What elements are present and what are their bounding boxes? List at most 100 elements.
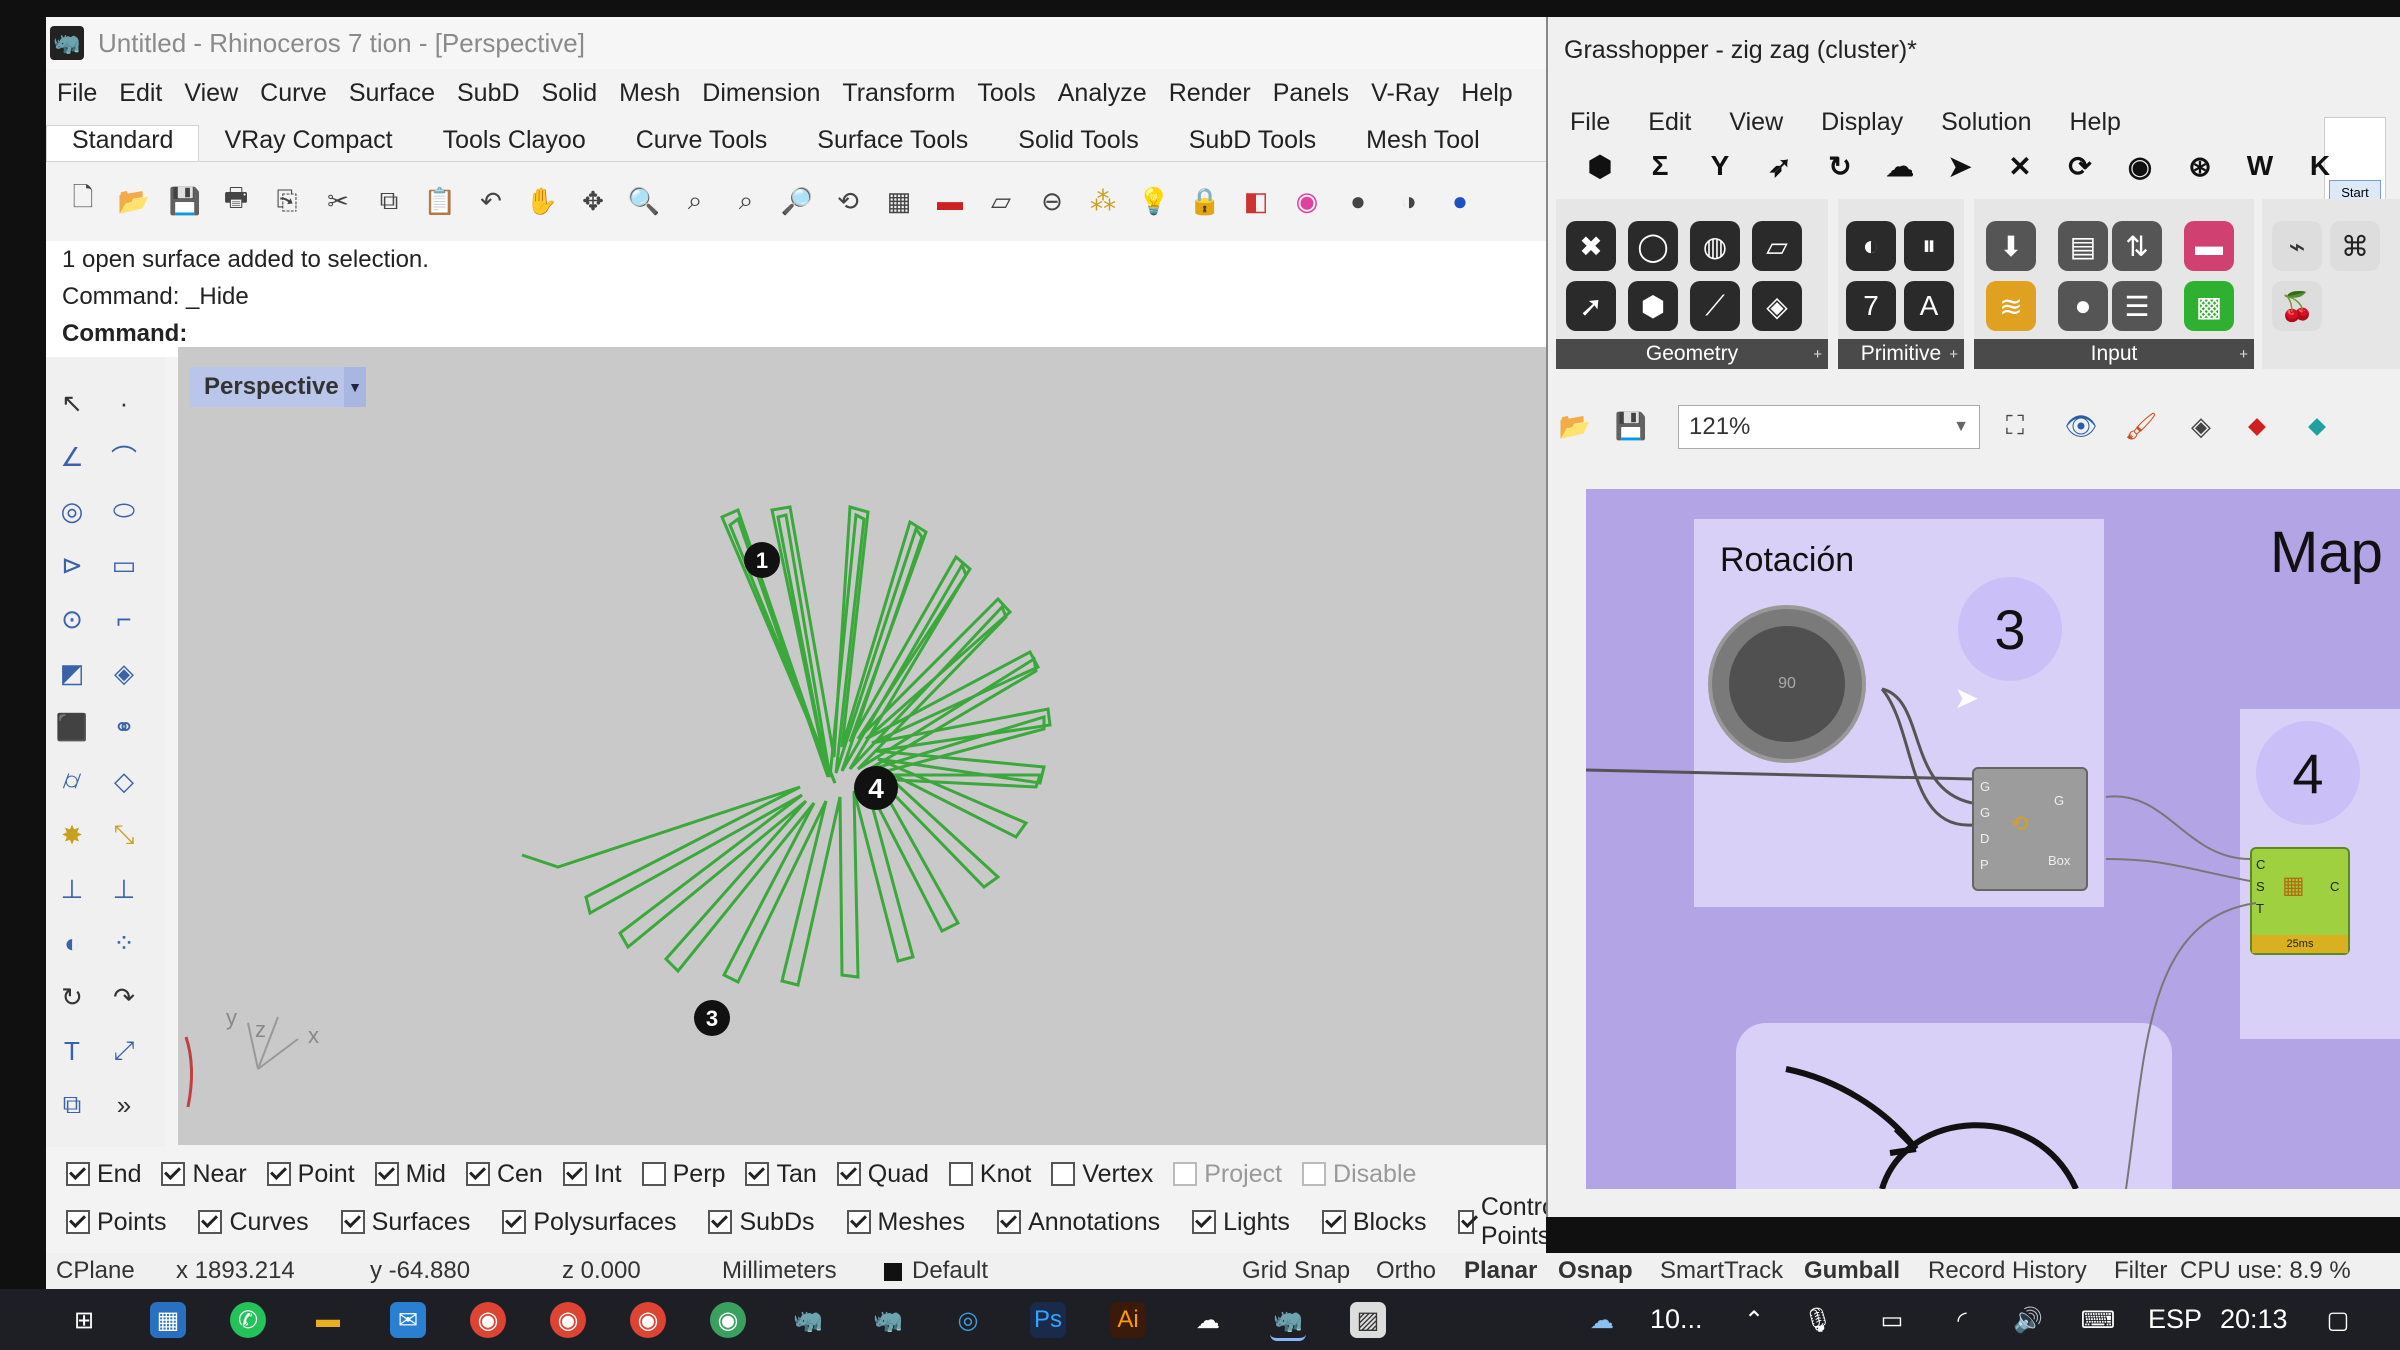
- status-smarttrack[interactable]: SmartTrack: [1660, 1257, 1783, 1285]
- arc-icon[interactable]: ⊙: [56, 603, 88, 635]
- lights-icon[interactable]: ✸: [56, 819, 88, 851]
- gh-tab-w-icon[interactable]: W: [2230, 150, 2290, 182]
- status-planar[interactable]: Planar: [1464, 1257, 1537, 1285]
- chevron-up-icon[interactable]: ⌃: [1736, 1302, 1772, 1338]
- pan-hand-icon[interactable]: ✋: [523, 182, 561, 220]
- gh-menu-solution[interactable]: Solution: [1941, 108, 2031, 137]
- gh-zoom-extents-icon[interactable]: ⛶: [1996, 407, 2034, 445]
- menu-analyze[interactable]: Analyze: [1047, 79, 1158, 108]
- checkbox[interactable]: [198, 1210, 223, 1234]
- osnap-cen[interactable]: Cen: [465, 1160, 543, 1189]
- osnap-tan[interactable]: Tan: [745, 1160, 817, 1189]
- scale-icon[interactable]: ⤢: [108, 1035, 140, 1067]
- menu-curve[interactable]: Curve: [249, 79, 338, 108]
- zoom-selected-icon[interactable]: 🔎: [778, 182, 816, 220]
- status-osnap[interactable]: Osnap: [1558, 1257, 1633, 1285]
- menu-view[interactable]: View: [173, 79, 249, 108]
- tab-curve-tools[interactable]: Curve Tools: [611, 126, 793, 161]
- gh-matrix-input-icon[interactable]: ▩: [2184, 281, 2234, 331]
- status-gumball[interactable]: Gumball: [1804, 1257, 1900, 1285]
- tab-tools-clayoo[interactable]: Tools Clayoo: [418, 126, 611, 161]
- checkbox[interactable]: [340, 1210, 365, 1234]
- gh-canvas[interactable]: Rotación 3 90 G G D P ⟲ G Box Map 4 C S …: [1586, 489, 2400, 1189]
- rhino-taskbar-icon[interactable]: 🦏: [790, 1302, 826, 1338]
- gh-tab-display-icon[interactable]: ◉: [2110, 150, 2170, 183]
- lock-icon[interactable]: 🔒: [1186, 182, 1224, 220]
- cplane-icon[interactable]: ▬: [931, 182, 969, 220]
- checkbox[interactable]: [1051, 1162, 1076, 1186]
- surface-icon[interactable]: ◩: [56, 657, 88, 689]
- filter-points[interactable]: Points: [66, 1208, 166, 1237]
- microphone-icon[interactable]: 🎙: [1800, 1302, 1836, 1338]
- menu-vray[interactable]: V-Ray: [1360, 79, 1450, 108]
- gh-button-input-icon[interactable]: ⬇: [1986, 221, 2036, 271]
- menu-surface[interactable]: Surface: [338, 79, 446, 108]
- text-icon[interactable]: T: [56, 1035, 88, 1067]
- gh-ribbon-input-label[interactable]: Input: [1974, 339, 2254, 369]
- osnap-perp[interactable]: Perp: [641, 1160, 725, 1189]
- gh-menu-edit[interactable]: Edit: [1648, 108, 1691, 137]
- gh-menu-file[interactable]: File: [1570, 108, 1610, 137]
- osnap-disable[interactable]: Disable: [1302, 1160, 1416, 1189]
- filter-blocks[interactable]: Blocks: [1321, 1208, 1426, 1237]
- gh-plane-param-icon[interactable]: ◈: [1752, 281, 1802, 331]
- export-icon[interactable]: ⎘: [268, 182, 306, 220]
- checkbox[interactable]: [745, 1162, 770, 1186]
- osnap-project[interactable]: Project: [1173, 1160, 1282, 1189]
- gh-ribbon-primitive-label[interactable]: Primitive: [1838, 339, 1964, 369]
- osnap-near[interactable]: Near: [161, 1160, 247, 1189]
- checkbox[interactable]: [846, 1210, 871, 1234]
- move-view-icon[interactable]: ✥: [574, 182, 612, 220]
- windows-start-icon[interactable]: ⊞: [66, 1302, 102, 1338]
- gh-integer-param-icon[interactable]: ⏸: [1904, 221, 1954, 271]
- checkbox[interactable]: [266, 1162, 291, 1186]
- grid-icon[interactable]: ▱: [982, 182, 1020, 220]
- battery-icon[interactable]: ▭: [1874, 1302, 1910, 1338]
- rectangle-icon[interactable]: ▭: [108, 549, 140, 581]
- gh-graph-input-icon[interactable]: ≋: [1986, 281, 2036, 331]
- section-icon[interactable]: ⊥: [108, 873, 140, 905]
- color-wheel-icon[interactable]: ◉: [1288, 182, 1326, 220]
- checkbox[interactable]: [66, 1210, 90, 1234]
- osnap-point[interactable]: Point: [266, 1160, 355, 1189]
- gh-text-param-icon[interactable]: A: [1904, 281, 1954, 331]
- checkbox[interactable]: [1302, 1162, 1327, 1186]
- filter-meshes[interactable]: Meshes: [846, 1208, 965, 1237]
- menu-transform[interactable]: Transform: [831, 79, 966, 108]
- gh-list-input-icon[interactable]: ☰: [2112, 281, 2162, 331]
- menu-dimension[interactable]: Dimension: [691, 79, 831, 108]
- rotate-view-icon[interactable]: ⟲: [829, 182, 867, 220]
- rhino-active-icon[interactable]: 🦏: [1270, 1302, 1306, 1341]
- image-viewer-icon[interactable]: ▨: [1350, 1302, 1386, 1338]
- gh-number-param-icon[interactable]: 7: [1846, 281, 1896, 331]
- status-record-history[interactable]: Record History: [1928, 1257, 2087, 1285]
- checkbox[interactable]: [161, 1162, 186, 1186]
- file-explorer-icon[interactable]: ▬: [310, 1302, 346, 1338]
- gh-bake-icon[interactable]: ⬥: [2238, 407, 2276, 445]
- rotate-icon[interactable]: ↻: [56, 981, 88, 1013]
- gh-tab-intersect-icon[interactable]: ✕: [1990, 150, 2050, 183]
- tab-subd-tools[interactable]: SubD Tools: [1164, 126, 1341, 161]
- light-bulb-icon[interactable]: 💡: [1135, 182, 1173, 220]
- circle-icon[interactable]: ◎: [56, 495, 88, 527]
- gh-tab-params-icon[interactable]: ⬢: [1570, 150, 1630, 183]
- render-sphere-icon[interactable]: ●: [1441, 182, 1479, 220]
- tab-vray-compact[interactable]: VRay Compact: [199, 126, 417, 161]
- checkbox[interactable]: [1173, 1162, 1198, 1186]
- open-folder-icon[interactable]: 📂: [115, 182, 153, 220]
- layer-icon[interactable]: ◧: [1237, 182, 1275, 220]
- filter-lights[interactable]: Lights: [1192, 1208, 1290, 1237]
- gh-sketch-brush-icon[interactable]: 🖌: [2122, 407, 2160, 445]
- checkbox[interactable]: [708, 1210, 733, 1234]
- tab-mesh-tools[interactable]: Mesh Tool: [1341, 126, 1505, 161]
- osnap-quad[interactable]: Quad: [836, 1160, 929, 1189]
- gh-extra-icon[interactable]: ⬥: [2298, 407, 2336, 445]
- gh-knob-input-icon[interactable]: ●: [2058, 281, 2108, 331]
- select-icon[interactable]: ⊖: [1033, 182, 1071, 220]
- clock[interactable]: 20:13: [2220, 1304, 2288, 1335]
- filter-annotations[interactable]: Annotations: [997, 1208, 1160, 1237]
- checkbox[interactable]: [997, 1210, 1022, 1234]
- points-icon[interactable]: ⁂: [1084, 182, 1122, 220]
- gh-vector-param-icon[interactable]: ➚: [1566, 281, 1616, 331]
- gh-geometry-param-icon[interactable]: ✖: [1566, 221, 1616, 271]
